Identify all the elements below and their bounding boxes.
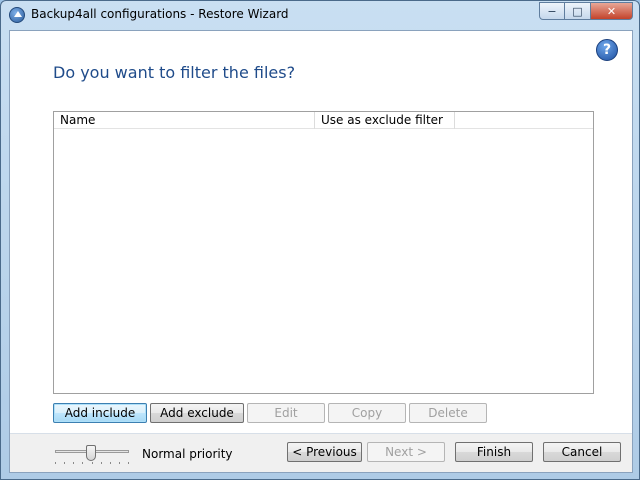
edit-button[interactable]: Edit	[247, 403, 325, 423]
column-header-exclude[interactable]: Use as exclude filter	[315, 112, 455, 129]
slider-ticks	[55, 462, 129, 465]
add-include-button[interactable]: Add include	[53, 403, 147, 423]
slider-tick	[128, 462, 129, 464]
priority-slider[interactable]	[55, 445, 129, 465]
close-button[interactable]: ✕	[591, 2, 633, 20]
slider-thumb[interactable]	[86, 445, 96, 461]
restore-wizard-window: Backup4all configurations - Restore Wiza…	[0, 0, 640, 480]
slider-tick	[73, 462, 75, 464]
slider-tick	[118, 462, 120, 464]
slider-tick	[55, 462, 56, 464]
column-header-name[interactable]: Name	[54, 112, 315, 129]
finish-button[interactable]: Finish	[455, 442, 533, 462]
slider-tick	[100, 462, 102, 464]
title-bar[interactable]: Backup4all configurations - Restore Wiza…	[1, 1, 639, 29]
add-exclude-button[interactable]: Add exclude	[150, 403, 244, 423]
slider-tick	[91, 462, 93, 464]
list-header: Name Use as exclude filter	[54, 112, 593, 129]
help-icon[interactable]: ?	[596, 39, 618, 61]
wizard-content: ? Do you want to filter the files? Name …	[9, 30, 633, 473]
slider-tick	[82, 462, 84, 464]
delete-button[interactable]: Delete	[409, 403, 487, 423]
cancel-button[interactable]: Cancel	[543, 442, 621, 462]
copy-button[interactable]: Copy	[328, 403, 406, 423]
page-heading: Do you want to filter the files?	[53, 63, 296, 82]
previous-button[interactable]: < Previous	[287, 442, 362, 462]
filter-list[interactable]: Name Use as exclude filter	[53, 111, 594, 394]
priority-label: Normal priority	[142, 447, 233, 461]
slider-tick	[109, 462, 111, 464]
minimize-button[interactable]: −	[539, 2, 565, 20]
app-icon[interactable]	[9, 7, 25, 23]
slider-tick	[64, 462, 66, 464]
next-button[interactable]: Next >	[367, 442, 445, 462]
window-controls: − □ ✕	[539, 2, 633, 20]
maximize-button[interactable]: □	[565, 2, 591, 20]
window-title: Backup4all configurations - Restore Wiza…	[31, 7, 289, 21]
